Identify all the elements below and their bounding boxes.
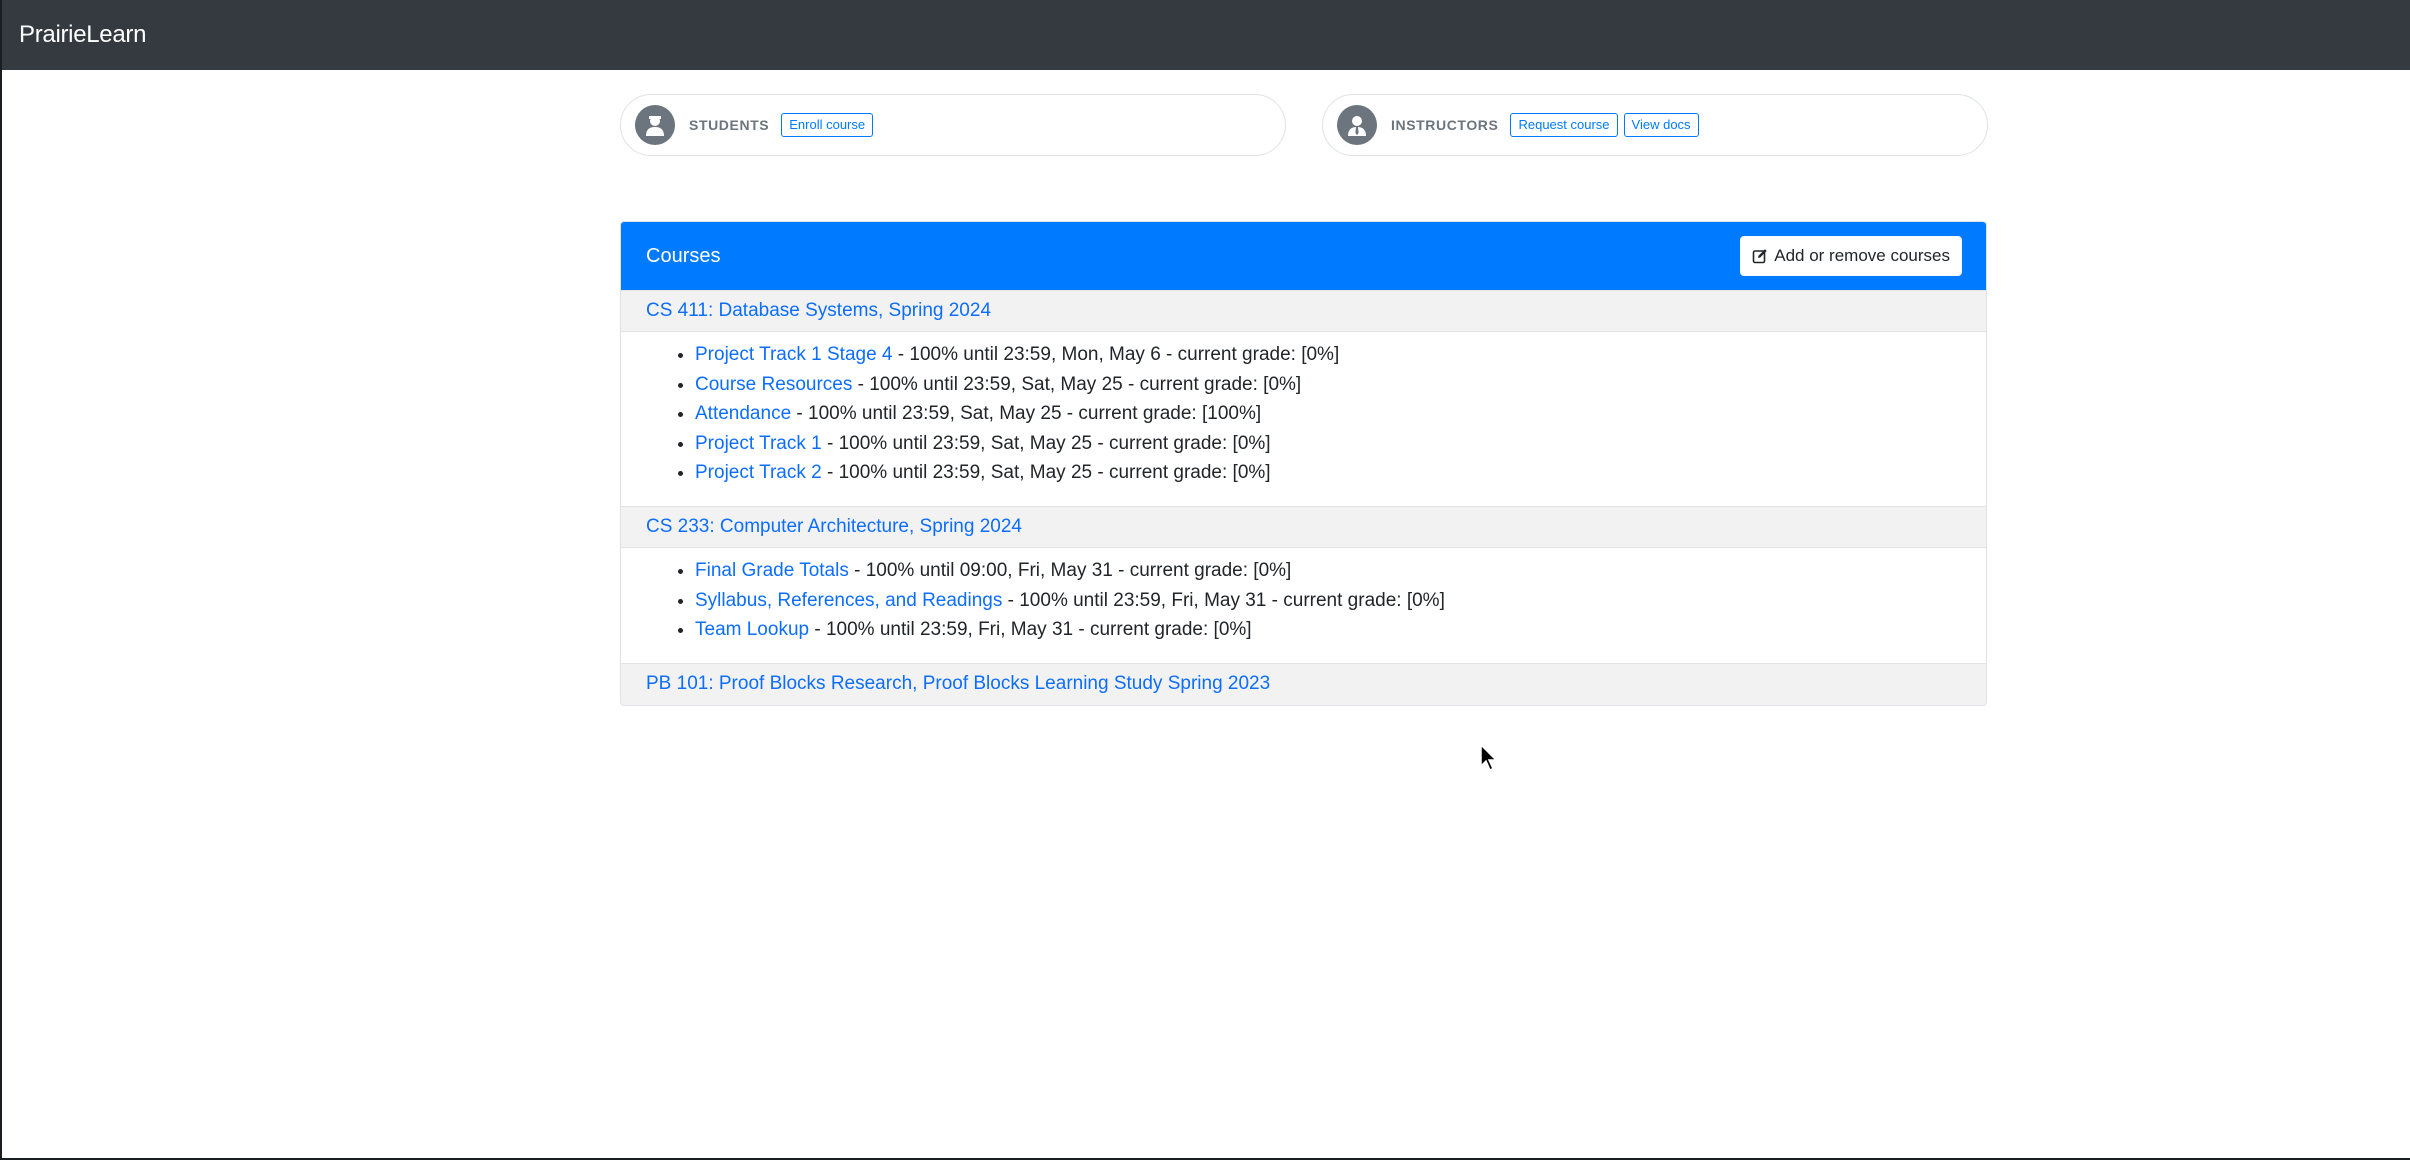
- user-graduate-icon: [635, 105, 675, 145]
- edit-icon: [1752, 249, 1767, 264]
- brand-link[interactable]: PrairieLearn: [19, 21, 146, 49]
- view-docs-button[interactable]: View docs: [1623, 113, 1699, 137]
- request-course-button[interactable]: Request course: [1510, 113, 1618, 137]
- course-row: CS 411: Database Systems, Spring 2024: [621, 290, 1986, 332]
- assessment-detail: - 100% until 23:59, Mon, May 6 - current…: [892, 344, 1340, 365]
- course-row: PB 101: Proof Blocks Research, Proof Blo…: [621, 662, 1986, 705]
- list-item: Project Track 2 - 100% until 23:59, Sat,…: [695, 458, 1986, 488]
- mouse-pointer-icon: [1480, 744, 1498, 772]
- assessment-link[interactable]: Course Resources: [695, 374, 852, 395]
- instructors-card: INSTRUCTORS Request course View docs: [1322, 94, 1988, 156]
- add-remove-courses-button[interactable]: Add or remove courses: [1740, 236, 1962, 276]
- assessment-list: Final Grade Totals - 100% until 09:00, F…: [621, 548, 1986, 663]
- browser-viewport: PrairieLearn STUDENTS Enroll course INST…: [0, 0, 2410, 1160]
- course-row: CS 233: Computer Architecture, Spring 20…: [621, 505, 1986, 548]
- instructors-label: INSTRUCTORS: [1391, 117, 1499, 133]
- user-tie-icon: [1337, 105, 1377, 145]
- assessment-link[interactable]: Project Track 2: [695, 462, 822, 483]
- assessment-detail: - 100% until 23:59, Fri, May 31 - curren…: [1002, 589, 1445, 611]
- assessment-detail: - 100% until 23:59, Sat, May 25 - curren…: [821, 462, 1271, 484]
- list-item: Course Resources - 100% until 23:59, Sat…: [695, 370, 1986, 400]
- add-remove-courses-label: Add or remove courses: [1774, 246, 1950, 265]
- courses-card: Courses Add or remove courses CS 411: Da…: [620, 221, 1987, 706]
- top-navbar: PrairieLearn: [2, 0, 2410, 70]
- course-link[interactable]: PB 101: Proof Blocks Research, Proof Blo…: [646, 673, 1270, 695]
- assessment-detail: - 100% until 23:59, Sat, May 25 - curren…: [852, 373, 1302, 395]
- assessment-link[interactable]: Syllabus, References, and Readings: [695, 590, 1002, 611]
- assessment-link[interactable]: Project Track 1 Stage 4: [695, 344, 893, 365]
- assessment-detail: - 100% until 23:59, Fri, May 31 - curren…: [809, 619, 1252, 641]
- assessment-detail: - 100% until 23:59, Sat, May 25 - curren…: [821, 432, 1271, 454]
- assessment-detail: - 100% until 23:59, Sat, May 25 - curren…: [791, 403, 1262, 425]
- list-item: Final Grade Totals - 100% until 09:00, F…: [695, 556, 1986, 586]
- list-item: Attendance - 100% until 23:59, Sat, May …: [695, 399, 1986, 429]
- assessment-list: Project Track 1 Stage 4 - 100% until 23:…: [621, 332, 1986, 506]
- assessment-link[interactable]: Final Grade Totals: [695, 560, 849, 581]
- assessment-link[interactable]: Project Track 1: [695, 433, 822, 454]
- assessment-link[interactable]: Attendance: [695, 403, 791, 424]
- list-item: Project Track 1 Stage 4 - 100% until 23:…: [695, 340, 1986, 370]
- assessment-detail: - 100% until 09:00, Fri, May 31 - curren…: [848, 559, 1292, 581]
- list-item: Syllabus, References, and Readings - 100…: [695, 586, 1986, 616]
- students-card: STUDENTS Enroll course: [620, 94, 1286, 156]
- courses-title: Courses: [646, 244, 721, 267]
- courses-card-header: Courses Add or remove courses: [621, 222, 1986, 290]
- course-link[interactable]: CS 411: Database Systems, Spring 2024: [646, 300, 991, 322]
- enroll-course-button[interactable]: Enroll course: [781, 113, 874, 137]
- students-label: STUDENTS: [689, 117, 770, 133]
- list-item: Team Lookup - 100% until 23:59, Fri, May…: [695, 615, 1986, 645]
- assessment-link[interactable]: Team Lookup: [695, 619, 809, 640]
- list-item: Project Track 1 - 100% until 23:59, Sat,…: [695, 429, 1986, 459]
- course-link[interactable]: CS 233: Computer Architecture, Spring 20…: [646, 516, 1022, 538]
